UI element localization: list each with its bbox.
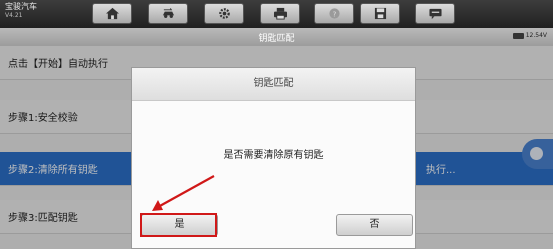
vehicle-swap-icon	[162, 8, 174, 18]
dialog-message: 是否需要清除原有钥匙	[223, 150, 324, 161]
help-icon: ?	[328, 8, 340, 19]
title-bar: 钥匙匹配 12.54V	[0, 28, 553, 46]
svg-text:?: ?	[332, 9, 336, 18]
dialog-title: 钥匙匹配	[132, 68, 415, 101]
battery-status: 12.54V	[512, 32, 547, 39]
save-icon	[374, 7, 386, 20]
brand-name: 宝骏汽车	[5, 2, 37, 11]
chat-button[interactable]	[415, 3, 455, 24]
print-button[interactable]	[260, 3, 300, 24]
vehicle-swap-button[interactable]	[148, 3, 188, 24]
app-version: V4.21	[5, 12, 23, 19]
settings-button[interactable]	[204, 3, 244, 24]
battery-voltage: 12.54V	[525, 32, 547, 39]
no-button[interactable]: 否	[336, 214, 413, 236]
battery-icon	[512, 32, 524, 39]
page-title: 钥匙匹配	[258, 34, 295, 44]
home-icon	[105, 7, 119, 20]
help-button[interactable]: ?	[314, 3, 354, 24]
save-button[interactable]	[360, 3, 400, 24]
home-button[interactable]	[92, 3, 132, 24]
top-toolbar: 宝骏汽车 V4.21 ?	[0, 0, 553, 28]
gear-icon	[218, 8, 230, 19]
print-icon	[273, 7, 287, 20]
highlight-box	[140, 213, 217, 237]
chat-icon	[428, 8, 442, 20]
brand: 宝骏汽车 V4.21	[5, 2, 37, 20]
